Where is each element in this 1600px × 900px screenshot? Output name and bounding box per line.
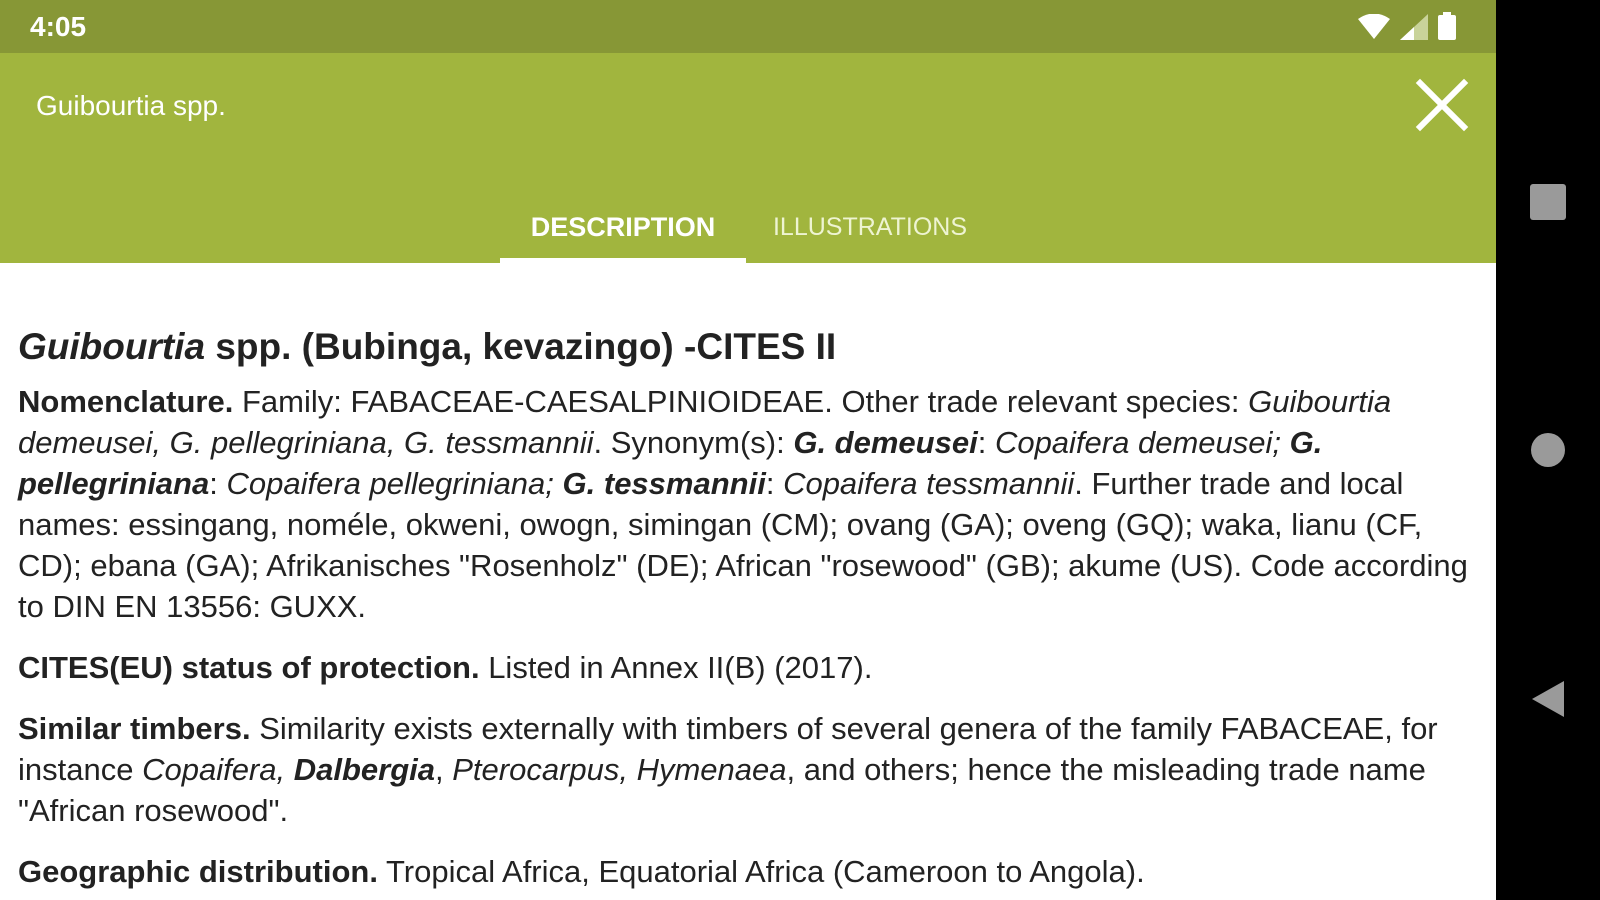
nomenclature-text: : <box>977 425 995 461</box>
status-bar: 4:05 <box>0 0 1496 53</box>
similar-genus: Pterocarpus, Hymenaea <box>452 752 787 788</box>
similar-genus-bold: Dalbergia <box>293 752 435 788</box>
app-screen: 4:05 Guibourtia spp. DESCRIPTION ILLUSTR… <box>0 0 1496 900</box>
similar-timbers-paragraph: Similar timbers. Similarity exists exter… <box>18 708 1480 831</box>
home-button[interactable] <box>1526 428 1570 472</box>
tab-description[interactable]: DESCRIPTION <box>500 191 746 263</box>
nomenclature-text: : <box>765 466 784 502</box>
nomenclature-text <box>554 466 563 501</box>
signal-icon <box>1400 14 1428 40</box>
tab-illustrations[interactable]: ILLUSTRATIONS <box>764 191 976 263</box>
cites-paragraph: CITES(EU) status of protection. Listed i… <box>18 647 1480 688</box>
tab-bar: DESCRIPTION ILLUSTRATIONS <box>0 191 1496 263</box>
battery-icon <box>1438 12 1456 40</box>
geographic-paragraph: Geographic distribution. Tropical Africa… <box>18 851 1480 892</box>
status-time: 4:05 <box>30 11 87 42</box>
recents-button[interactable] <box>1526 180 1570 224</box>
heading-genus: Guibourtia <box>18 326 206 367</box>
app-bar: Guibourtia spp. DESCRIPTION ILLUSTRATION… <box>0 53 1496 263</box>
geographic-text: Tropical Africa, Equatorial Africa (Came… <box>377 854 1145 890</box>
similar-text: , <box>435 752 453 788</box>
close-icon <box>1415 78 1469 132</box>
nomenclature-label: Nomenclature. <box>18 384 234 420</box>
species-heading: Guibourtia spp. (Bubinga, kevazingo) -CI… <box>18 325 1480 369</box>
similar-genus: Copaifera, <box>142 752 294 788</box>
heading-rest: spp. (Bubinga, kevazingo) -CITES II <box>205 326 837 367</box>
page-title: Guibourtia spp. <box>36 90 226 121</box>
cites-text: Listed in Annex II(B) (2017). <box>479 650 873 686</box>
synonym-name: Copaifera tessmannii <box>783 466 1075 502</box>
status-icons <box>1358 12 1456 40</box>
description-content: Guibourtia spp. (Bubinga, kevazingo) -CI… <box>18 263 1480 900</box>
synonym-species: G. demeusei <box>793 425 978 461</box>
synonym-name: Copaifera pellegriniana; <box>226 466 554 502</box>
home-circle-icon <box>1531 433 1565 467</box>
back-button[interactable] <box>1526 677 1570 721</box>
wifi-icon <box>1358 14 1390 39</box>
nomenclature-text: Family: FABACEAE-CAESALPINIOIDEAE. Other… <box>233 384 1249 420</box>
synonym-species: G. tessmannii <box>562 466 766 502</box>
back-triangle-icon <box>1532 681 1564 717</box>
close-button[interactable] <box>1412 75 1472 135</box>
nomenclature-text: : <box>209 466 227 502</box>
navigation-bar <box>1496 0 1600 900</box>
nomenclature-text: . Synonym(s): <box>593 425 794 461</box>
similar-timbers-label: Similar timbers. <box>18 711 251 747</box>
geographic-label: Geographic distribution. <box>18 854 378 890</box>
recents-square-icon <box>1530 184 1566 220</box>
synonym-name: Copaifera demeusei; <box>994 425 1281 461</box>
nomenclature-paragraph: Nomenclature. Family: FABACEAE-CAESALPIN… <box>18 381 1480 627</box>
cites-label: CITES(EU) status of protection. <box>18 650 480 686</box>
nomenclature-text <box>1281 425 1290 460</box>
